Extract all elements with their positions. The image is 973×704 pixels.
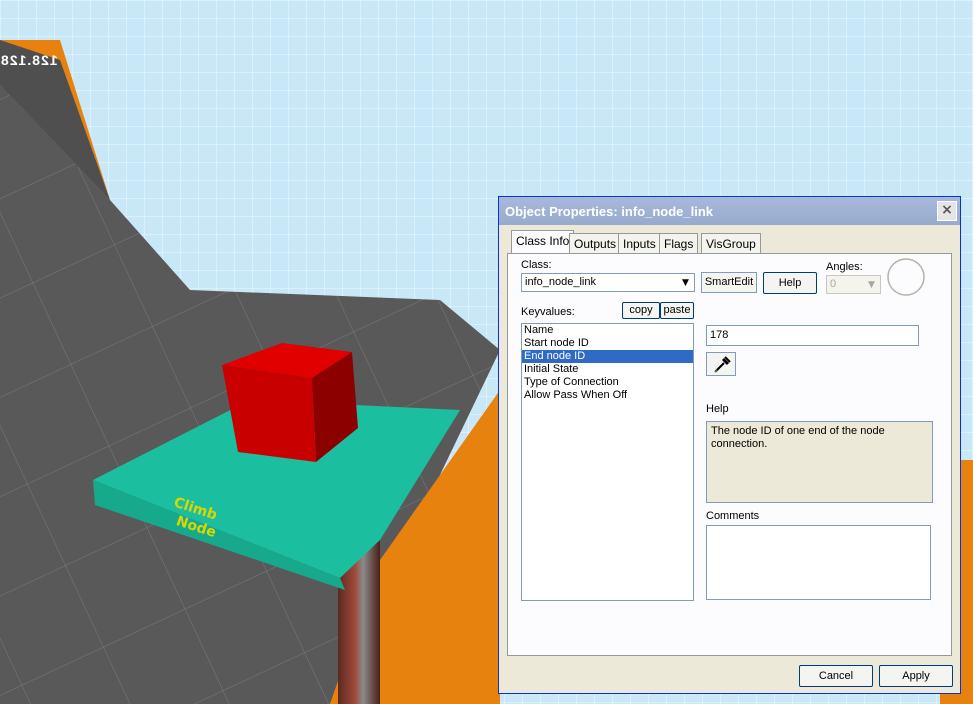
angles-combobox[interactable]: 0 ▼ [826,275,881,294]
keyvalues-label: Keyvalues: [521,306,575,318]
keyvalues-list[interactable]: Name Start node ID End node ID Initial S… [521,323,694,601]
eyedropper-button[interactable] [706,352,736,376]
list-item-type-of-connection[interactable]: Type of Connection [522,376,693,389]
chevron-down-icon[interactable]: ▼ [864,277,879,293]
angles-dial-icon[interactable] [886,257,926,297]
comments-textarea[interactable] [706,525,931,600]
chevron-down-icon[interactable]: ▼ [678,275,693,291]
wall-label: 128.128 [0,52,58,68]
class-value: info_node_link [525,276,596,288]
eyedropper-icon [714,356,731,373]
cancel-button[interactable]: Cancel [799,665,873,687]
help-heading: Help [706,403,729,415]
object-properties-dialog: Object Properties: info_node_link × Clas… [498,196,961,694]
angles-value: 0 [830,278,837,290]
help-text: The node ID of one end of the node conne… [706,421,933,503]
class-label: Class: [521,259,552,271]
smartedit-button[interactable]: SmartEdit [701,272,757,293]
tab-visgroup[interactable]: VisGroup [701,233,761,253]
list-item-allow-pass-when-off[interactable]: Allow Pass When Off [522,389,693,402]
angles-label: Angles: [826,261,863,273]
class-combobox[interactable]: info_node_link ▼ [521,273,695,292]
dialog-title: Object Properties: info_node_link [505,204,714,219]
tab-flags[interactable]: Flags [659,233,699,253]
list-item-end-node-id[interactable]: End node ID [522,350,693,363]
list-item-name[interactable]: Name [522,324,693,337]
close-icon[interactable]: × [937,201,957,221]
tab-inputs[interactable]: Inputs [618,233,661,253]
list-item-start-node-id[interactable]: Start node ID [522,337,693,350]
class-info-panel: Class: info_node_link ▼ SmartEdit Help A… [507,253,952,656]
value-input[interactable]: 178 [706,325,919,346]
apply-button[interactable]: Apply [879,665,953,687]
help-button[interactable]: Help [763,272,817,294]
dialog-titlebar[interactable]: Object Properties: info_node_link × [499,197,960,225]
paste-button[interactable]: paste [660,302,694,319]
tab-outputs[interactable]: Outputs [569,233,622,253]
comments-heading: Comments [706,510,760,522]
copy-button[interactable]: copy [622,302,660,319]
list-item-initial-state[interactable]: Initial State [522,363,693,376]
tab-class-info[interactable]: Class Info [511,230,575,254]
